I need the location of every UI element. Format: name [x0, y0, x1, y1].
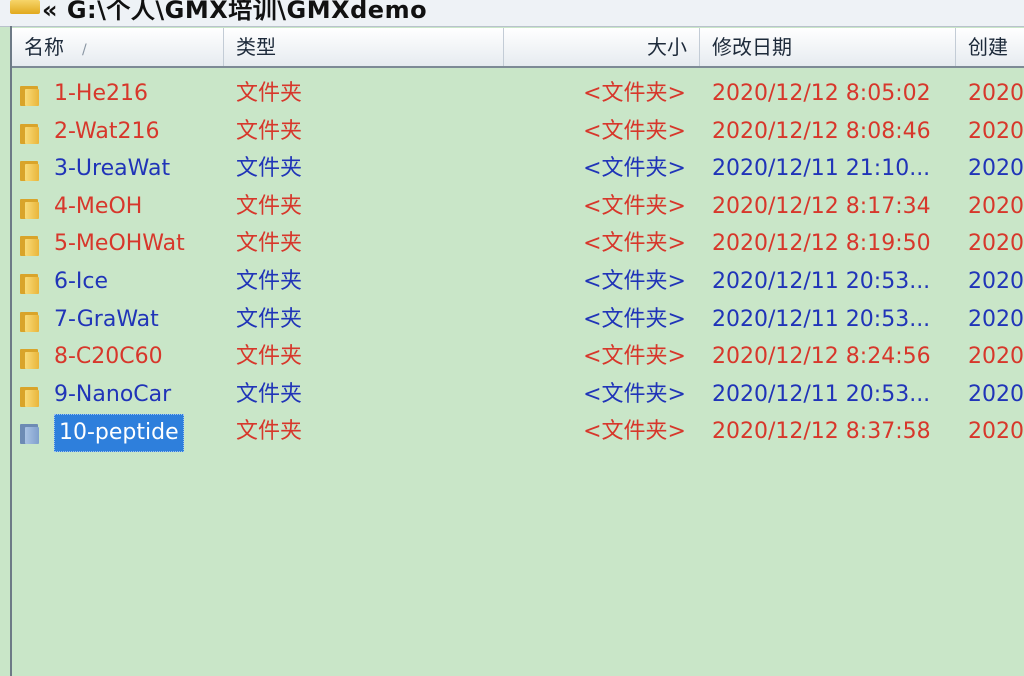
file-row[interactable]: 1-He216 文件夹 <文件夹> 2020/12/12 8:05:02 2020: [12, 75, 1024, 113]
file-row[interactable]: 4-MeOH 文件夹 <文件夹> 2020/12/12 8:17:34 2020: [12, 188, 1024, 226]
file-type: 文件夹: [236, 81, 303, 106]
file-type: 文件夹: [236, 269, 303, 294]
file-type: 文件夹: [236, 231, 303, 257]
file-name[interactable]: 3-UreaWat: [54, 150, 224, 188]
file-name[interactable]: 7-GraWat: [54, 301, 224, 339]
file-modified-date: 2020/12/11 21:10...: [712, 156, 931, 182]
file-row[interactable]: 2-Wat216 文件夹 <文件夹> 2020/12/12 8:08:46 2020: [12, 113, 1024, 151]
file-modified-date: 2020/12/12 8:05:02: [712, 81, 931, 106]
file-size: <文件夹>: [583, 344, 686, 370]
column-header-name-label: 名称: [24, 35, 64, 59]
address-path[interactable]: « G:\个人\GMX培训\GMXdemo: [42, 0, 427, 25]
folder-icon: [20, 234, 42, 257]
folder-icon: [20, 84, 42, 106]
column-header-modified-label: 修改日期: [712, 35, 792, 59]
file-name[interactable]: 6-Ice: [54, 263, 224, 301]
file-modified-date: 2020/12/12 8:08:46: [712, 118, 931, 144]
file-created-date: 2020: [968, 344, 1024, 370]
file-row[interactable]: 5-MeOHWat 文件夹 <文件夹> 2020/12/12 8:19:50 2020: [12, 225, 1024, 263]
file-modified-date: 2020/12/12 8:17:34: [712, 193, 931, 219]
folder-icon: [20, 197, 42, 219]
file-created-date: 2020: [968, 419, 1024, 445]
folder-icon: [20, 310, 42, 332]
file-name[interactable]: 8-C20C60: [54, 338, 224, 376]
file-type: 文件夹: [236, 381, 303, 407]
file-type: 文件夹: [236, 193, 303, 219]
file-name[interactable]: 4-MeOH: [54, 188, 224, 226]
folder-icon: [20, 422, 42, 445]
file-modified-date: 2020/12/11 20:53...: [712, 306, 931, 332]
column-header-modified[interactable]: 修改日期: [700, 28, 956, 66]
file-created-date: 2020: [968, 269, 1024, 294]
file-created-date: 2020: [968, 231, 1024, 257]
file-modified-date: 2020/12/12 8:24:56: [712, 344, 931, 370]
folder-icon: [20, 347, 42, 370]
file-row[interactable]: 10-peptide 文件夹 <文件夹> 2020/12/12 8:37:58 2020: [12, 413, 1024, 453]
file-created-date: 2020: [968, 193, 1024, 219]
column-header-type[interactable]: 类型: [224, 28, 504, 66]
file-name[interactable]: 5-MeOHWat: [54, 225, 224, 263]
file-created-date: 2020: [968, 81, 1024, 106]
file-type: 文件夹: [236, 118, 303, 144]
file-size: <文件夹>: [583, 231, 686, 257]
address-bar[interactable]: « G:\个人\GMX培训\GMXdemo: [0, 0, 1024, 27]
column-header-created[interactable]: 创建: [956, 28, 1024, 66]
file-size: <文件夹>: [583, 269, 686, 294]
file-row[interactable]: 9-NanoCar 文件夹 <文件夹> 2020/12/11 20:53... 2020: [12, 376, 1024, 414]
file-name[interactable]: 9-NanoCar: [54, 376, 224, 414]
file-modified-date: 2020/12/11 20:53...: [712, 269, 931, 294]
file-name[interactable]: 1-He216: [54, 75, 224, 113]
file-created-date: 2020: [968, 156, 1024, 182]
file-modified-date: 2020/12/11 20:53...: [712, 381, 931, 407]
file-size: <文件夹>: [583, 81, 686, 106]
file-name[interactable]: 2-Wat216: [54, 113, 224, 151]
file-type: 文件夹: [236, 306, 303, 332]
file-type: 文件夹: [236, 344, 303, 370]
file-modified-date: 2020/12/12 8:19:50: [712, 231, 931, 257]
folder-icon: [20, 385, 42, 407]
file-size: <文件夹>: [583, 381, 686, 407]
column-header-created-label: 创建: [968, 35, 1008, 59]
file-row[interactable]: 3-UreaWat 文件夹 <文件夹> 2020/12/11 21:10... 2020: [12, 150, 1024, 188]
file-created-date: 2020: [968, 118, 1024, 144]
folder-icon: [20, 159, 42, 182]
column-header-type-label: 类型: [236, 35, 276, 59]
file-modified-date: 2020/12/12 8:37:58: [712, 419, 931, 445]
folder-icon: [20, 272, 42, 294]
file-row[interactable]: 8-C20C60 文件夹 <文件夹> 2020/12/12 8:24:56 2020: [12, 338, 1024, 376]
sort-indicator-icon: /: [82, 42, 87, 58]
file-type: 文件夹: [236, 156, 303, 182]
column-header-size[interactable]: 大小: [504, 28, 700, 66]
file-size: <文件夹>: [583, 118, 686, 144]
file-row[interactable]: 6-Ice 文件夹 <文件夹> 2020/12/11 20:53... 2020: [12, 263, 1024, 301]
file-size: <文件夹>: [583, 193, 686, 219]
file-size: <文件夹>: [583, 156, 686, 182]
file-row[interactable]: 7-GraWat 文件夹 <文件夹> 2020/12/11 20:53... 2020: [12, 301, 1024, 339]
file-name[interactable]: 10-peptide: [54, 414, 184, 453]
file-size: <文件夹>: [583, 419, 686, 445]
file-size: <文件夹>: [583, 306, 686, 332]
file-created-date: 2020: [968, 381, 1024, 407]
column-header-name[interactable]: 名称 /: [12, 28, 224, 66]
column-header-size-label: 大小: [647, 35, 687, 59]
folder-icon: [20, 122, 42, 144]
folder-icon: [10, 0, 40, 14]
file-type: 文件夹: [236, 419, 303, 445]
column-header: 名称 / 类型 大小 修改日期 创建: [12, 28, 1024, 68]
file-created-date: 2020: [968, 306, 1024, 332]
